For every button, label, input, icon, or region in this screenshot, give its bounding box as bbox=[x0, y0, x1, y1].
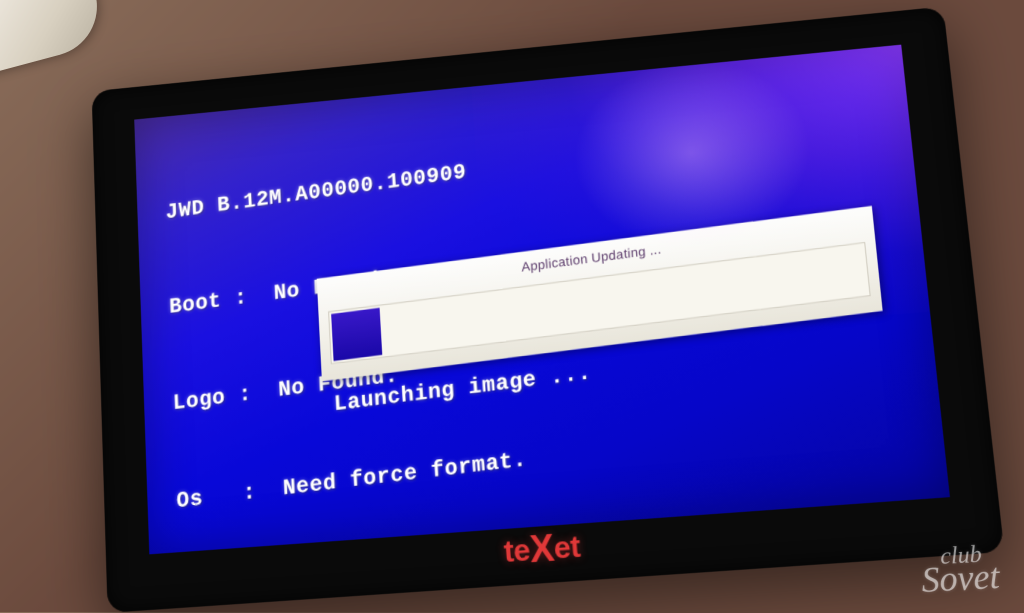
os-status-line: Os : Need force format. bbox=[176, 430, 639, 518]
brand-text-post: et bbox=[553, 530, 582, 566]
logo-label: Logo : bbox=[172, 382, 252, 416]
image-watermark: club Sovet bbox=[920, 545, 1000, 594]
boot-label: Boot : bbox=[169, 285, 248, 319]
brand-text-x: X bbox=[528, 527, 555, 572]
os-value: Need force format. bbox=[282, 447, 527, 501]
firmware-version-line: JWD B.12M.A00000.100909 bbox=[165, 136, 615, 229]
brand-text-pre: te bbox=[503, 533, 531, 569]
watermark-line-2: Sovet bbox=[921, 563, 1000, 594]
background-object bbox=[0, 0, 108, 75]
progress-bar-fill bbox=[331, 308, 382, 361]
device-screen: JWD B.12M.A00000.100909 Boot : No Found.… bbox=[134, 45, 950, 555]
updating-value: Uptdating Image... bbox=[273, 550, 520, 555]
os-label: Os : bbox=[176, 480, 257, 515]
device-brand-logo: teXet bbox=[502, 525, 581, 574]
tablet-device-frame: JWD B.12M.A00000.100909 Boot : No Found.… bbox=[92, 6, 1005, 612]
